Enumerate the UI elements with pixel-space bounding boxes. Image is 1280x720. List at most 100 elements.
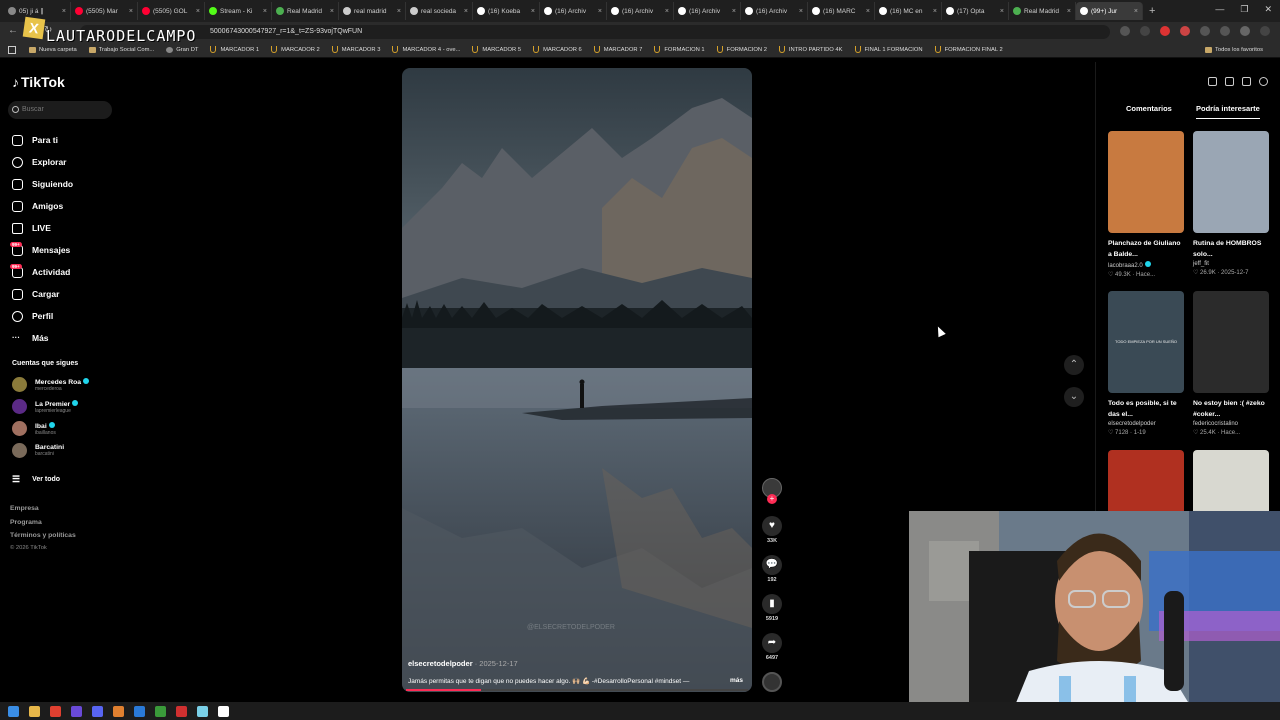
author-avatar[interactable]: + bbox=[760, 478, 784, 504]
bookmark-item[interactable]: MARCADOR 7 bbox=[589, 46, 648, 53]
browser-tab[interactable]: (5505) Mar × bbox=[71, 2, 138, 20]
extension-icon[interactable] bbox=[1200, 26, 1210, 36]
tiktok-logo[interactable]: ♪ TikTok bbox=[12, 74, 65, 90]
browser-tab[interactable]: Real Madrid × bbox=[272, 2, 339, 20]
star-icon[interactable] bbox=[1140, 26, 1150, 36]
download-icon[interactable] bbox=[1242, 77, 1251, 86]
tab-close-icon[interactable]: × bbox=[596, 8, 602, 15]
all-bookmarks-folder[interactable]: Todos los favoritos bbox=[1200, 46, 1268, 53]
save-button[interactable]: ▮ 5919 bbox=[760, 594, 784, 622]
url-field[interactable]: 50006743000547927_r=1&_t=ZS-93vojTQwFUN bbox=[80, 25, 1110, 39]
app-icon[interactable] bbox=[155, 705, 166, 717]
bookmark-item[interactable]: MARCADOR 2 bbox=[266, 46, 325, 53]
tab-close-icon[interactable]: × bbox=[127, 8, 133, 15]
next-video-button[interactable]: ⌄ bbox=[1064, 387, 1084, 407]
share-button[interactable]: ➦ 6497 bbox=[760, 633, 784, 661]
followed-account[interactable]: Ibai ibaillanos bbox=[12, 421, 56, 436]
browser-tab[interactable]: (16) Archiv × bbox=[540, 2, 607, 20]
bookmark-item[interactable]: MARCADOR 3 bbox=[327, 46, 386, 53]
browser-tab[interactable]: real socieda × bbox=[406, 2, 473, 20]
tab-close-icon[interactable]: × bbox=[730, 8, 736, 15]
nav-item-live[interactable]: LIVE bbox=[12, 220, 51, 236]
video-progress-bar[interactable] bbox=[406, 689, 748, 691]
extension-icon[interactable] bbox=[1220, 26, 1230, 36]
browser-tab[interactable]: (16) MC en × bbox=[875, 2, 942, 20]
browser-tab[interactable]: (16) Archiv × bbox=[607, 2, 674, 20]
nav-item-cargar[interactable]: Cargar bbox=[12, 286, 59, 302]
profile-avatar-icon[interactable] bbox=[1240, 26, 1250, 36]
see-all-link[interactable]: ☰ Ver todo bbox=[12, 471, 60, 487]
browser-tab[interactable]: (16) Archiv × bbox=[741, 2, 808, 20]
video-player[interactable]: @ELSECRETODELPODER bbox=[402, 68, 752, 692]
bookmark-item[interactable]: MARCADOR 4 - ove... bbox=[387, 46, 465, 53]
footer-link-programa[interactable]: Programa bbox=[10, 519, 42, 526]
tab-comentarios[interactable]: Comentarios bbox=[1126, 104, 1172, 113]
tab-close-icon[interactable]: × bbox=[194, 8, 200, 15]
extension-icon[interactable] bbox=[1160, 26, 1170, 36]
back-icon[interactable]: ← bbox=[8, 25, 18, 36]
obs-icon[interactable] bbox=[176, 705, 187, 717]
tab-close-icon[interactable]: × bbox=[1132, 8, 1138, 15]
bookmark-item[interactable]: MARCADOR 5 bbox=[467, 46, 526, 53]
recommended-video-card[interactable]: TODO EMPIEZA POR UN SUEÑO Todo es posible… bbox=[1108, 291, 1184, 436]
bookmark-item[interactable]: FORMACION 2 bbox=[712, 46, 772, 53]
extension-icon[interactable] bbox=[1180, 26, 1190, 36]
tab-close-icon[interactable]: × bbox=[529, 8, 535, 15]
caption-more-link[interactable]: más bbox=[730, 677, 743, 684]
follow-plus-icon[interactable]: + bbox=[767, 494, 777, 504]
apps-icon[interactable] bbox=[8, 45, 16, 54]
discord-icon[interactable] bbox=[92, 705, 103, 717]
music-disc[interactable] bbox=[760, 672, 784, 692]
settings-icon[interactable] bbox=[1208, 77, 1217, 86]
bookmark-item[interactable]: MARCADOR 6 bbox=[528, 46, 587, 53]
bookmark-item[interactable]: INTRO PARTIDO 4K bbox=[774, 46, 848, 53]
tab-close-icon[interactable]: × bbox=[797, 8, 803, 15]
bookmark-item[interactable]: FORMACION 1 bbox=[649, 46, 709, 53]
file-explorer-icon[interactable] bbox=[29, 705, 40, 717]
nav-item-amigos[interactable]: Amigos bbox=[12, 198, 63, 214]
tab-close-icon[interactable]: × bbox=[998, 8, 1004, 15]
tab-close-icon[interactable]: × bbox=[663, 8, 669, 15]
close-window-icon[interactable]: ✕ bbox=[1264, 4, 1272, 15]
comment-button[interactable]: 💬 192 bbox=[760, 555, 784, 583]
tab-close-icon[interactable]: × bbox=[931, 8, 937, 15]
app-icon[interactable] bbox=[134, 705, 145, 717]
nav-item-perfil[interactable]: Perfil bbox=[12, 308, 53, 324]
browser-tab[interactable]: (17) Opta × bbox=[942, 2, 1009, 20]
new-tab-icon[interactable]: + bbox=[1149, 5, 1155, 17]
tab-close-icon[interactable]: × bbox=[328, 8, 334, 15]
browser-tab[interactable]: 05) ji á ∥ × bbox=[4, 2, 71, 20]
tab-podria-interesarte[interactable]: Podría interesarte bbox=[1196, 104, 1260, 119]
tab-close-icon[interactable]: × bbox=[1065, 8, 1071, 15]
bookmark-item[interactable]: FINAL 1 FORMACION bbox=[850, 46, 928, 53]
app-icon[interactable] bbox=[71, 705, 82, 717]
followed-account[interactable]: Mercedes Roa mercederoa bbox=[12, 377, 90, 392]
browser-tab[interactable]: (99+) Jur × bbox=[1076, 2, 1143, 20]
previous-video-button[interactable]: ⌃ bbox=[1064, 355, 1084, 375]
tab-close-icon[interactable]: × bbox=[395, 8, 401, 15]
tab-close-icon[interactable]: × bbox=[462, 8, 468, 15]
bookmark-item[interactable]: Nueva carpeta bbox=[24, 46, 82, 53]
start-icon[interactable] bbox=[8, 705, 19, 717]
nav-item-actividad[interactable]: 99+ Actividad bbox=[10, 263, 70, 280]
device-icon[interactable] bbox=[1225, 77, 1234, 86]
browser-tab[interactable]: real madrid × bbox=[339, 2, 406, 20]
nav-item-explorar[interactable]: Explorar bbox=[12, 154, 67, 170]
menu-icon[interactable] bbox=[1260, 26, 1270, 36]
like-button[interactable]: ♥ 33K bbox=[760, 516, 784, 544]
followed-account[interactable]: La Premier lapremierleague bbox=[12, 399, 79, 414]
user-avatar-icon[interactable] bbox=[1259, 77, 1268, 86]
browser-tab[interactable]: Stream - Ki × bbox=[205, 2, 272, 20]
nav-item-para-ti[interactable]: Para ti bbox=[12, 132, 58, 148]
browser-tab[interactable]: (16) Koeba × bbox=[473, 2, 540, 20]
tab-close-icon[interactable]: × bbox=[261, 8, 267, 15]
tab-close-icon[interactable]: × bbox=[60, 8, 66, 15]
browser-tab[interactable]: Real Madrid × bbox=[1009, 2, 1076, 20]
video-author[interactable]: elsecretodelpoder · 2025-12-17 bbox=[408, 659, 518, 668]
app-icon[interactable] bbox=[197, 705, 208, 717]
bookmark-item[interactable]: Trabajo Social Com... bbox=[84, 46, 160, 53]
extension-icon[interactable] bbox=[1120, 26, 1130, 36]
bookmark-item[interactable]: MARCADOR 1 bbox=[205, 46, 264, 53]
browser-tab[interactable]: (16) Archiv × bbox=[674, 2, 741, 20]
nav-item-siguiendo[interactable]: Siguiendo bbox=[12, 176, 73, 192]
